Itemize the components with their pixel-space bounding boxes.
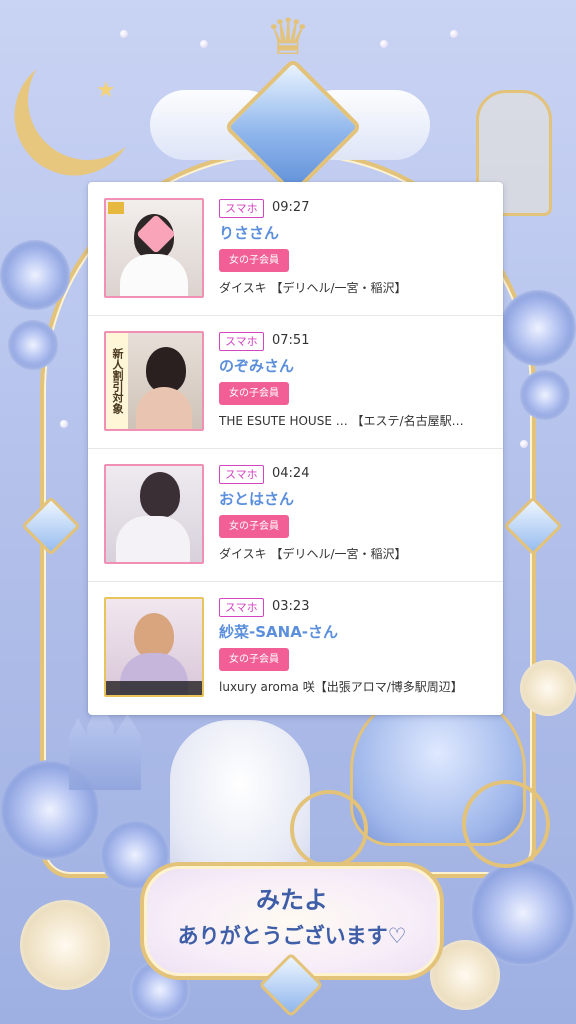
list-item[interactable]: スマホ 04:24 おとはさん 女の子会員 ダイスキ 【デリヘル/一宮・稲沢】	[88, 448, 503, 582]
device-tag: スマホ	[219, 598, 264, 617]
profile-thumbnail[interactable]	[104, 198, 204, 298]
device-tag: スマホ	[219, 199, 264, 218]
rose-icon	[520, 370, 570, 420]
crown-icon: ♛	[265, 8, 311, 66]
pearl	[450, 30, 458, 38]
member-badge: 女の子会員	[219, 515, 289, 538]
profile-thumbnail[interactable]	[104, 464, 204, 564]
thumbnail-caption-strip	[106, 681, 202, 695]
rose-icon	[0, 240, 70, 310]
rank-badge-icon	[108, 202, 124, 214]
shop-link[interactable]: THE ESUTE HOUSE … 【エステ/名古屋駅…	[219, 412, 491, 429]
profile-thumbnail[interactable]: 新人割引対象	[104, 331, 204, 431]
shop-link[interactable]: ダイスキ 【デリヘル/一宮・稲沢】	[219, 279, 491, 296]
visitor-name-link[interactable]: のぞみさん	[219, 355, 294, 376]
member-badge: 女の子会員	[219, 648, 289, 671]
profile-thumbnail[interactable]	[104, 597, 204, 697]
thanks-message: ありがとうございます♡	[177, 923, 407, 948]
device-tag: スマホ	[219, 465, 264, 484]
hair-shape	[140, 472, 180, 518]
crescent-moon-icon	[11, 23, 165, 177]
member-badge: 女の子会員	[219, 249, 289, 272]
visitor-name-link[interactable]: おとはさん	[219, 488, 294, 509]
pearl	[200, 40, 208, 48]
pearl	[60, 420, 68, 428]
cream-rose-icon	[20, 900, 110, 990]
visitor-name-link[interactable]: りささん	[219, 222, 279, 243]
visitor-list: スマホ 09:27 りささん 女の子会員 ダイスキ 【デリヘル/一宮・稲沢】 新…	[88, 182, 503, 715]
rose-icon	[8, 320, 58, 370]
wheel-icon	[462, 780, 550, 868]
cream-rose-icon	[520, 660, 576, 716]
visit-time: 07:51	[272, 333, 310, 348]
visit-time: 09:27	[272, 200, 310, 215]
star-icon: ★	[96, 78, 116, 103]
device-tag: スマホ	[219, 332, 264, 351]
thanks-heading: みたよ	[256, 885, 328, 914]
pearl	[380, 40, 388, 48]
member-badge: 女の子会員	[219, 382, 289, 405]
visit-time: 03:23	[272, 599, 310, 614]
body-shape	[116, 516, 190, 562]
shop-link[interactable]: luxury aroma 咲【出張アロマ/博多駅周辺】	[219, 678, 491, 695]
shop-link[interactable]: ダイスキ 【デリヘル/一宮・稲沢】	[219, 545, 491, 562]
pearl	[520, 440, 528, 448]
rose-icon	[500, 290, 576, 366]
list-item[interactable]: 新人割引対象 スマホ 07:51 のぞみさん 女の子会員 THE ESUTE H…	[88, 315, 503, 449]
horse-icon	[170, 720, 310, 880]
body-shape	[120, 254, 188, 296]
visitor-name-link[interactable]: 紗菜-SANA-さん	[219, 621, 338, 642]
visit-time: 04:24	[272, 466, 310, 481]
pearl	[120, 30, 128, 38]
list-item[interactable]: スマホ 09:27 りささん 女の子会員 ダイスキ 【デリヘル/一宮・稲沢】	[88, 182, 503, 316]
list-item[interactable]: スマホ 03:23 紗菜-SANA-さん 女の子会員 luxury aroma …	[88, 581, 503, 714]
new-discount-badge: 新人割引対象	[106, 333, 128, 429]
wheel-icon	[290, 790, 368, 868]
